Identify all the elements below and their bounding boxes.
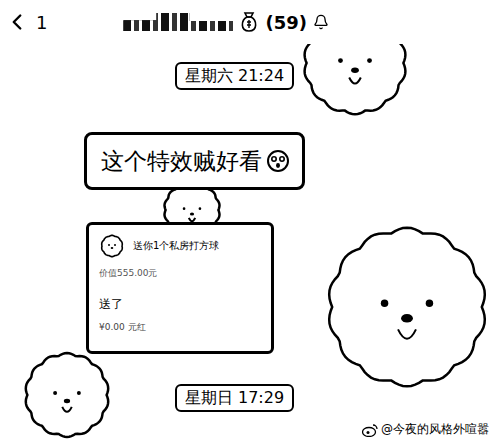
gift-amount: ¥0.00 元红 (99, 321, 261, 334)
dog-doodle-icon (322, 222, 492, 392)
message-bubble[interactable]: 这个特效贼好看 (84, 132, 305, 190)
gift-dog-icon (99, 233, 125, 259)
weibo-icon (362, 423, 378, 437)
unread-count: 1 (36, 12, 47, 33)
dog-doodle-icon (22, 350, 112, 440)
watermark: @今夜的风格外喧嚣 (360, 420, 491, 439)
chat-screen: 1(59)星期六 21:24这个特效贼好看送你1个私房打方球价值555.00元送… (0, 0, 497, 443)
bell-icon[interactable] (313, 14, 329, 30)
dog-doodle (322, 222, 492, 396)
gift-subtitle: 价值555.00元 (99, 267, 261, 280)
member-count: (59) (265, 12, 307, 33)
timestamp: 星期日 17:29 (175, 384, 294, 412)
gift-title: 送你1个私房打方球 (133, 239, 219, 253)
money-bag-icon (239, 11, 259, 33)
gift-card[interactable]: 送你1个私房打方球价值555.00元送了 ¥0.00 元红 (86, 222, 274, 354)
timestamp: 星期六 21:24 (175, 62, 294, 90)
back-icon[interactable] (4, 9, 30, 35)
redacted-name (123, 13, 233, 31)
chat-header: 1 (59) (0, 0, 497, 44)
message-list: 星期六 21:24 这个特效贼好看送你1个私房打方球价值555.00元送了 ¥0.0… (0, 44, 497, 412)
gift-status: 送了 (99, 296, 261, 313)
surprised-emoji-icon (266, 149, 290, 173)
dog-doodle (22, 350, 112, 443)
